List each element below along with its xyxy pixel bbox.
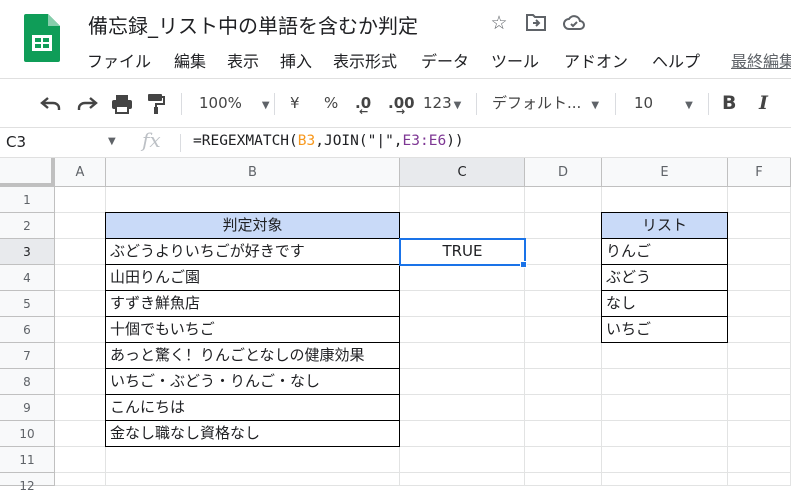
menu-help[interactable]: ヘルプ (652, 48, 700, 72)
cell-e2-header[interactable]: リスト (601, 212, 728, 239)
select-all-corner[interactable] (0, 158, 55, 187)
chevron-down-icon[interactable]: ▼ (108, 136, 116, 147)
cell-b10[interactable]: 金なし職なし資格なし (105, 420, 400, 447)
undo-icon[interactable] (40, 79, 62, 127)
spreadsheet-grid: A B C D E F 1 2 3 4 5 6 7 8 9 10 11 12 判… (0, 158, 791, 493)
row-header-5[interactable]: 5 (0, 291, 55, 317)
redo-icon[interactable] (76, 79, 98, 127)
cell-b7[interactable]: あっと驚く！りんごとなしの健康効果 (105, 342, 400, 369)
chevron-down-icon: ▼ (261, 100, 270, 111)
column-header-a[interactable]: A (55, 158, 106, 187)
menu-format[interactable]: 表示形式 (333, 48, 397, 72)
font-select[interactable]: デフォルト... ▼ (492, 79, 599, 127)
cell-b8[interactable]: いちご・ぶどう・りんご・なし (105, 368, 400, 395)
column-header-e[interactable]: E (602, 158, 728, 187)
font-value: デフォルト... (492, 94, 582, 112)
toolbar-separator (476, 93, 477, 115)
fill-handle[interactable] (520, 261, 527, 268)
cell-b6[interactable]: 十個でもいちご (105, 316, 400, 343)
cell-b5[interactable]: すずき鮮魚店 (105, 290, 400, 317)
row-header-8[interactable]: 8 (0, 369, 55, 395)
sheets-logo-icon[interactable] (24, 14, 60, 62)
toolbar: 100% ▼ ¥ % .0 ← .00 → 123 ▼ デフォルト... ▼ 10 ▼ B … (0, 78, 791, 128)
cloud-status-icon[interactable] (561, 13, 587, 36)
column-header-f[interactable]: F (728, 158, 791, 187)
formula-bar-separator (180, 134, 181, 152)
print-icon[interactable] (111, 79, 133, 127)
toolbar-separator (181, 93, 182, 115)
cell-e3[interactable]: りんご (601, 238, 728, 265)
toolbar-separator (708, 93, 709, 115)
document-title[interactable]: 備忘録_リスト中の単語を含むか判定 (88, 10, 418, 39)
menu-tools[interactable]: ツール (491, 48, 539, 72)
move-folder-icon[interactable] (523, 13, 549, 36)
cell-e6[interactable]: いちご (601, 316, 728, 343)
row-header-12[interactable]: 12 (0, 473, 55, 493)
percent-format-button[interactable]: % (324, 79, 338, 127)
formula-ref-b3: B3 (297, 133, 316, 149)
column-header-b[interactable]: B (106, 158, 400, 187)
zoom-value: 100% (199, 94, 242, 112)
cell-b3[interactable]: ぶどうよりいちごが好きです (105, 238, 400, 265)
column-header-d[interactable]: D (525, 158, 602, 187)
toolbar-separator (274, 93, 275, 115)
row-header-10[interactable]: 10 (0, 421, 55, 447)
cell-b4[interactable]: 山田りんご園 (105, 264, 400, 291)
paint-format-icon[interactable] (146, 79, 166, 127)
bold-button[interactable]: B (722, 79, 736, 127)
formula-suffix: )) (446, 133, 464, 149)
formula-mid: ,JOIN("|", (315, 133, 403, 149)
function-icon: fx (142, 128, 161, 152)
font-size-value: 10 (634, 94, 654, 112)
formula-bar: C3 ▼ fx =REGEXMATCH(B3,JOIN("|",E3:E6)) (0, 128, 791, 158)
menu-view[interactable]: 表示 (227, 48, 259, 72)
selected-cell-outline (399, 238, 526, 266)
formula-ref-e3-e6: E3:E6 (402, 133, 447, 149)
font-size-select[interactable]: 10 ▼ (634, 79, 693, 127)
menu-data[interactable]: データ (421, 48, 469, 72)
row-header-9[interactable]: 9 (0, 395, 55, 421)
chevron-down-icon: ▼ (591, 100, 600, 111)
row-header-4[interactable]: 4 (0, 265, 55, 291)
menu-insert[interactable]: 挿入 (280, 48, 312, 72)
chevron-down-icon: ▼ (685, 100, 693, 111)
currency-format-button[interactable]: ¥ (290, 79, 300, 127)
row-header-1[interactable]: 1 (0, 187, 55, 213)
last-edit-link[interactable]: 最終編集 (731, 48, 791, 72)
row-header-7[interactable]: 7 (0, 343, 55, 369)
cell-b9[interactable]: こんにちは (105, 394, 400, 421)
row-header-2[interactable]: 2 (0, 213, 55, 239)
star-icon[interactable]: ☆ (486, 12, 512, 34)
cell-e4[interactable]: ぶどう (601, 264, 728, 291)
menu-file[interactable]: ファイル (87, 48, 151, 72)
row-header-11[interactable]: 11 (0, 447, 55, 473)
zoom-select[interactable]: 100% ▼ (199, 79, 270, 127)
formula-input[interactable]: =REGEXMATCH(B3,JOIN("|",E3:E6)) (193, 133, 464, 149)
formula-prefix: =REGEXMATCH( (193, 133, 298, 149)
menu-edit[interactable]: 編集 (174, 48, 206, 72)
more-formats-select[interactable]: 123 ▼ (423, 79, 461, 127)
chevron-down-icon: ▼ (453, 100, 462, 111)
toolbar-separator (615, 93, 616, 115)
row-header-3[interactable]: 3 (0, 239, 55, 265)
increase-decimal-button[interactable]: .00 → (388, 79, 415, 127)
name-box[interactable]: C3 (6, 133, 26, 151)
column-header-c[interactable]: C (400, 158, 525, 187)
row-header-6[interactable]: 6 (0, 317, 55, 343)
decrease-decimal-button[interactable]: .0 ← (355, 79, 371, 127)
more-formats-label: 123 (423, 94, 452, 112)
cell-b2-header[interactable]: 判定対象 (105, 212, 400, 239)
menu-addons[interactable]: アドオン (564, 48, 628, 72)
cell-e5[interactable]: なし (601, 290, 728, 317)
italic-button[interactable]: I (759, 79, 768, 127)
